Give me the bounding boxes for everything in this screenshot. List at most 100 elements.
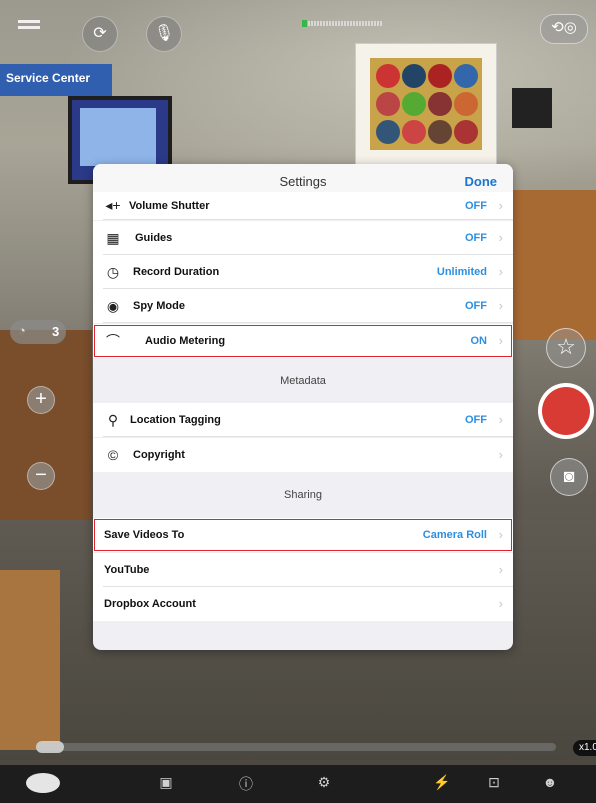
face-icon[interactable]: ☻	[538, 774, 562, 790]
chevron-right-icon: ›	[498, 562, 503, 577]
chevron-right-icon: ›	[498, 264, 503, 279]
row-label: YouTube	[104, 564, 150, 576]
chevron-right-icon: ›	[498, 527, 503, 542]
wall-poster	[512, 88, 552, 128]
info-icon[interactable]: ⓘ	[234, 774, 258, 794]
art-circle	[376, 92, 400, 116]
art-circle	[454, 120, 478, 144]
service-center-sign-text: Service Center	[6, 71, 91, 85]
row-value: Unlimited	[436, 266, 487, 278]
table	[0, 570, 60, 750]
row-value: OFF	[465, 200, 487, 212]
painting-art	[370, 58, 482, 150]
zoom-level-label: x1.0	[573, 740, 596, 756]
zoom-slider-handle[interactable]	[36, 741, 64, 753]
timer-icon: ⟳	[93, 25, 107, 42]
art-circle	[376, 120, 400, 144]
settings-row-record-duration[interactable]: ◷ Record Duration Unlimited ›	[93, 255, 513, 289]
row-label: Audio Metering	[145, 335, 226, 347]
art-circle	[376, 64, 400, 88]
settings-icon[interactable]: ⚙	[312, 774, 336, 791]
row-label: Copyright	[133, 449, 185, 461]
row-separator	[103, 436, 513, 437]
settings-row-dropbox-account[interactable]: Dropbox Account ›	[93, 587, 513, 621]
grid-icon: ▦	[106, 230, 120, 246]
level-indicator-dot	[302, 20, 307, 27]
focus-icon[interactable]: ⊡	[482, 774, 506, 791]
row-label: Guides	[135, 232, 173, 244]
art-circle	[454, 92, 478, 116]
audio-level-bar	[308, 21, 382, 26]
row-value: OFF	[465, 300, 487, 312]
left-counter	[0, 330, 92, 530]
chevron-right-icon: ›	[498, 447, 503, 462]
favorite-button[interactable]: ☆	[546, 328, 586, 368]
chevron-right-icon: ›	[498, 198, 503, 213]
row-label: Record Duration	[133, 266, 220, 278]
settings-row-copyright[interactable]: © Copyright ›	[93, 438, 513, 472]
location-pin-icon: ⚲	[107, 412, 119, 428]
row-label: Spy Mode	[133, 300, 185, 312]
zoom-slider[interactable]	[36, 741, 556, 753]
section-title: Sharing	[284, 489, 322, 501]
art-circle	[454, 64, 478, 88]
row-value: OFF	[465, 414, 487, 426]
record-icon	[542, 387, 590, 435]
row-label: Dropbox Account	[104, 598, 196, 610]
switch-camera-icon: ⟲◎	[551, 19, 577, 36]
art-circle	[402, 120, 426, 144]
chevron-right-icon: ›	[498, 230, 503, 245]
switch-camera-button[interactable]: ⟲◎	[540, 14, 588, 44]
chevron-right-icon: ›	[498, 298, 503, 313]
service-center-sign: Service Center	[0, 64, 112, 96]
settings-row-guides[interactable]: ▦ Guides OFF ›	[93, 221, 513, 255]
row-label: Location Tagging	[130, 414, 221, 426]
bottom-toolbar: ▣ ⓘ ⚙ ⚡ ⊡ ☻	[0, 765, 596, 803]
microphone-button[interactable]: 🎙	[146, 16, 182, 52]
clock-icon: ◷	[106, 264, 120, 280]
top-controls: ⟳ 🎙 ⟲◎	[0, 0, 596, 56]
art-circle	[402, 92, 426, 116]
settings-row-spy-mode[interactable]: ◉ Spy Mode OFF ›	[93, 289, 513, 323]
settings-row-volume-shutter[interactable]: ◂+ Volume Shutter OFF ›	[93, 192, 513, 220]
timer-button[interactable]: ⟳	[82, 16, 118, 52]
art-circle	[428, 92, 452, 116]
row-value: Camera Roll	[422, 529, 487, 541]
exposure-icon[interactable]: ⚡	[430, 774, 454, 791]
chevron-right-icon: ›	[498, 412, 503, 427]
settings-row-youtube[interactable]: YouTube ›	[93, 553, 513, 587]
film-icon[interactable]: ▣	[154, 774, 178, 791]
menu-icon[interactable]	[18, 20, 40, 29]
row-label: Save Videos To	[104, 529, 185, 541]
art-circle	[428, 120, 452, 144]
row-value: ON	[470, 335, 488, 347]
speedometer-icon: ◔	[18, 323, 26, 338]
settings-row-save-videos-to[interactable]: Save Videos To Camera Roll ›	[93, 518, 513, 552]
chevron-right-icon: ›	[498, 596, 503, 611]
spy-icon: ◉	[106, 298, 120, 314]
photo-capture-button[interactable]: ◙	[550, 458, 588, 496]
row-separator	[103, 322, 513, 323]
section-title: Metadata	[280, 375, 326, 387]
chat-icon[interactable]	[26, 773, 60, 793]
settings-row-location-tagging[interactable]: ⚲ Location Tagging OFF ›	[93, 403, 513, 437]
microphone-icon: 🎙	[153, 25, 175, 42]
section-header-metadata: Metadata	[93, 360, 513, 400]
wall-painting	[356, 44, 496, 164]
row-value: OFF	[465, 232, 487, 244]
settings-row-audio-metering[interactable]: ⌒ Audio Metering ON ›	[93, 324, 513, 358]
audio-meter-icon: ⌒	[106, 333, 120, 349]
settings-title: Settings	[279, 174, 327, 189]
record-button[interactable]	[538, 383, 594, 439]
service-counter	[512, 190, 596, 340]
zoom-in-button[interactable]: +	[27, 386, 55, 414]
done-button[interactable]: Done	[465, 174, 498, 189]
volume-shutter-icon: ◂+	[105, 197, 121, 213]
camera-icon: ◙	[563, 466, 575, 486]
zoom-out-button[interactable]: −	[27, 462, 55, 490]
speed-indicator[interactable]: ◔ 3	[10, 320, 66, 344]
copyright-icon: ©	[107, 447, 119, 463]
settings-modal: Settings Done ◂+ Volume Shutter OFF › ▦ …	[93, 164, 513, 650]
row-label: Volume Shutter	[129, 200, 210, 212]
chevron-right-icon: ›	[498, 333, 503, 348]
